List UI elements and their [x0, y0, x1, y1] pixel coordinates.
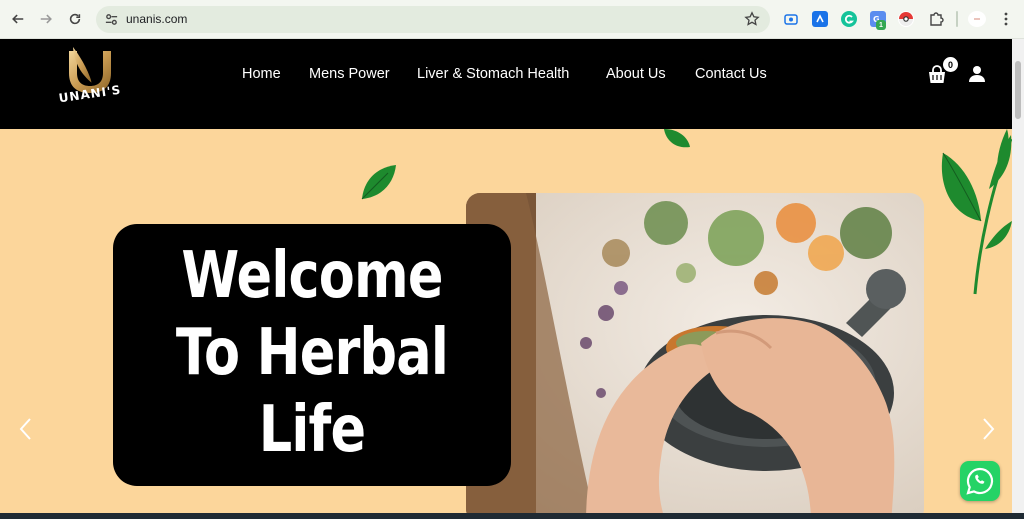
- back-button[interactable]: [8, 9, 28, 29]
- leaf-icon: [361, 165, 396, 200]
- os-taskbar: [0, 513, 1024, 519]
- extensions-puzzle-icon[interactable]: [928, 11, 944, 27]
- extension-badge: 1: [876, 20, 886, 30]
- browser-toolbar: unanis.com G 1: [0, 0, 1024, 39]
- whatsapp-chat-button[interactable]: [960, 461, 1000, 501]
- nav-mens-power[interactable]: Mens Power: [309, 66, 390, 82]
- chevron-left-icon[interactable]: [18, 417, 34, 441]
- grammarly-icon[interactable]: [841, 11, 857, 27]
- herbal-mortar-photo: [466, 193, 924, 513]
- profile-avatar[interactable]: [968, 11, 986, 27]
- hero-headline-line-1: Welcome: [181, 239, 443, 313]
- branch-leaves-icon: [941, 129, 1012, 295]
- site-header: UNANI'S Home Mens Power Liver & Stomach …: [0, 39, 1012, 129]
- back-icon: [12, 14, 24, 24]
- menu-dots-icon[interactable]: [998, 11, 1014, 27]
- hero-headline: Welcome To Herbal Life: [149, 238, 475, 469]
- main-nav: Home Mens Power Liver & Stomach Health A…: [0, 66, 1012, 86]
- blue-extension-icon[interactable]: [812, 11, 828, 27]
- whatsapp-icon: [966, 467, 994, 495]
- welcome-headline-box: Welcome To Herbal Life: [113, 224, 511, 486]
- nav-liver-stomach-health[interactable]: Liver & Stomach Health: [417, 66, 569, 82]
- hero-headline-line-2: To Herbal: [175, 316, 449, 390]
- page-scrollbar[interactable]: [1012, 39, 1024, 513]
- screen-record-extension-icon[interactable]: [783, 11, 799, 27]
- nav-about-us[interactable]: About Us: [606, 66, 666, 82]
- user-icon[interactable]: [968, 65, 986, 83]
- reload-icon: [69, 13, 81, 25]
- hero-banner: Welcome To Herbal Life: [0, 129, 1012, 513]
- nav-contact-us[interactable]: Contact Us: [695, 66, 767, 82]
- pokeball-extension-icon[interactable]: [898, 11, 914, 27]
- scrollbar-thumb[interactable]: [1015, 61, 1021, 119]
- url-text[interactable]: unanis.com: [126, 12, 187, 26]
- forward-button[interactable]: [36, 9, 56, 29]
- bookmark-star-icon[interactable]: [744, 11, 760, 27]
- chevron-right-icon[interactable]: [980, 417, 996, 441]
- cart-count-badge: 0: [943, 57, 958, 72]
- hero-headline-line-3: Life: [258, 393, 366, 467]
- nav-home[interactable]: Home: [242, 66, 281, 82]
- address-bar[interactable]: unanis.com: [96, 6, 770, 33]
- reload-button[interactable]: [65, 9, 85, 29]
- site-settings-icon[interactable]: [104, 12, 119, 27]
- leaf-icon: [664, 129, 690, 148]
- forward-icon: [40, 14, 52, 24]
- toolbar-divider: [956, 11, 958, 27]
